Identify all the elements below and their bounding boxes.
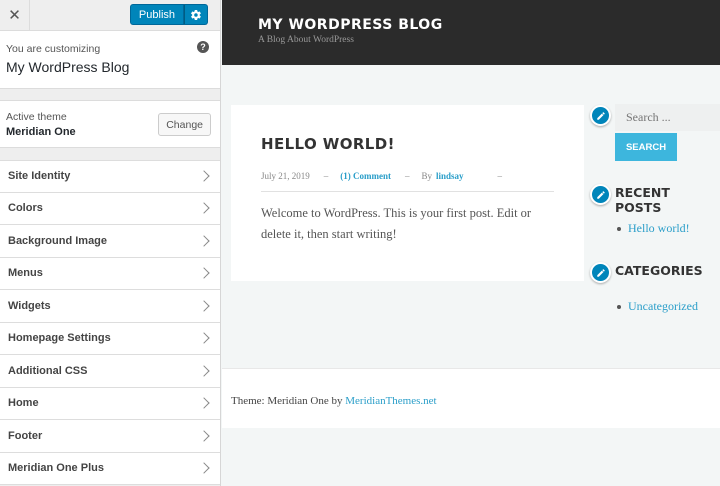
panel-label: Additional CSS bbox=[8, 364, 88, 377]
site-preview: MY WORDPRESS BLOG A Blog About WordPress… bbox=[222, 0, 720, 486]
panel-label: Widgets bbox=[8, 299, 51, 312]
panel-colors[interactable]: Colors bbox=[0, 192, 220, 225]
panel-additional-css[interactable]: Additional CSS bbox=[0, 355, 220, 388]
footer-text: Theme: Meridian One by bbox=[231, 395, 346, 407]
search-button[interactable]: SEARCH bbox=[615, 133, 677, 161]
meta-separator: – bbox=[405, 171, 410, 181]
category-item[interactable]: Uncategorized bbox=[617, 299, 698, 314]
bullet bbox=[617, 304, 621, 309]
chevron-right-icon bbox=[198, 430, 210, 442]
publish-button[interactable]: Publish bbox=[129, 4, 184, 25]
search-input[interactable] bbox=[615, 104, 720, 131]
site-footer: Theme: Meridian One by MeridianThemes.ne… bbox=[222, 368, 720, 428]
help-icon[interactable]: ? bbox=[197, 41, 209, 53]
gear-icon bbox=[191, 9, 201, 20]
panel-label: Meridian One Plus bbox=[8, 462, 104, 475]
panel-background-image[interactable]: Background Image bbox=[0, 225, 220, 258]
chevron-right-icon bbox=[198, 267, 210, 279]
panel-home[interactable]: Home bbox=[0, 387, 220, 420]
chevron-right-icon bbox=[198, 397, 210, 409]
edit-categories-widget-icon[interactable] bbox=[590, 262, 611, 283]
customizer-panel-list: Site Identity Colors Background Image Me… bbox=[0, 160, 220, 485]
recent-posts-title: RECENT POSTS bbox=[615, 185, 670, 215]
customizing-label: You are customizing bbox=[6, 43, 101, 55]
active-theme-section: Active theme Meridian One Change bbox=[0, 100, 220, 148]
chevron-right-icon bbox=[198, 300, 210, 312]
site-title[interactable]: MY WORDPRESS BLOG bbox=[258, 17, 720, 33]
close-icon[interactable]: ✕ bbox=[0, 0, 30, 30]
chevron-right-icon bbox=[198, 332, 210, 344]
pencil-icon bbox=[596, 190, 605, 199]
panel-label: Homepage Settings bbox=[8, 332, 111, 345]
publish-group: Publish bbox=[129, 4, 208, 25]
chevron-right-icon bbox=[198, 462, 210, 474]
post-date: July 21, 2019 bbox=[261, 171, 310, 181]
meta-separator: – bbox=[323, 171, 329, 181]
panel-footer[interactable]: Footer bbox=[0, 420, 220, 453]
categories-title: CATEGORIES bbox=[615, 263, 703, 278]
post-title[interactable]: HELLO WORLD! bbox=[261, 135, 554, 153]
post-article: HELLO WORLD! July 21, 2019 – (1) Comment… bbox=[231, 105, 584, 281]
customizer-header: ✕ Publish bbox=[0, 0, 220, 31]
panel-homepage-settings[interactable]: Homepage Settings bbox=[0, 322, 220, 355]
panel-label: Home bbox=[8, 397, 39, 410]
pencil-icon bbox=[596, 111, 605, 120]
panel-label: Colors bbox=[8, 202, 43, 215]
post-content: Welcome to WordPress. This is your first… bbox=[261, 206, 532, 241]
chevron-right-icon bbox=[198, 170, 210, 182]
edit-recent-posts-widget-icon[interactable] bbox=[590, 184, 611, 205]
panel-site-identity[interactable]: Site Identity bbox=[0, 160, 220, 193]
customizer-sidebar: ✕ Publish You are customizing My WordPre… bbox=[0, 0, 221, 486]
recent-post-link[interactable]: Hello world! bbox=[628, 221, 690, 236]
site-header: MY WORDPRESS BLOG A Blog About WordPress bbox=[222, 0, 720, 65]
site-tagline: A Blog About WordPress bbox=[258, 35, 354, 45]
chevron-right-icon bbox=[198, 235, 210, 247]
footer-theme-link[interactable]: MeridianThemes.net bbox=[345, 395, 436, 407]
edit-search-widget-icon[interactable] bbox=[590, 105, 611, 126]
panel-menus[interactable]: Menus bbox=[0, 257, 220, 290]
post-by-label: By bbox=[421, 171, 433, 181]
pencil-icon bbox=[596, 268, 605, 277]
publish-settings-button[interactable] bbox=[184, 4, 208, 25]
panel-widgets[interactable]: Widgets bbox=[0, 290, 220, 323]
panel-label: Footer bbox=[8, 429, 43, 442]
post-author-link[interactable]: lindsay bbox=[436, 171, 464, 181]
panel-meridian-one-plus[interactable]: Meridian One Plus bbox=[0, 452, 220, 485]
chevron-right-icon bbox=[198, 365, 210, 377]
post-meta: July 21, 2019 – (1) Comment – By lindsay… bbox=[261, 171, 554, 192]
panel-label: Menus bbox=[8, 267, 43, 280]
bullet bbox=[617, 226, 621, 231]
post-comments-link[interactable]: (1) Comment bbox=[340, 171, 391, 181]
customizing-site-title: My WordPress Blog bbox=[6, 59, 130, 75]
recent-post-item[interactable]: Hello world! bbox=[617, 221, 690, 236]
customize-info: You are customizing My WordPress Blog ? bbox=[0, 31, 220, 89]
panel-label: Site Identity bbox=[8, 170, 71, 183]
chevron-right-icon bbox=[198, 202, 210, 214]
meta-separator: – bbox=[497, 171, 503, 181]
change-theme-button[interactable]: Change bbox=[158, 113, 211, 136]
category-link[interactable]: Uncategorized bbox=[628, 299, 698, 314]
panel-label: Background Image bbox=[8, 234, 108, 247]
